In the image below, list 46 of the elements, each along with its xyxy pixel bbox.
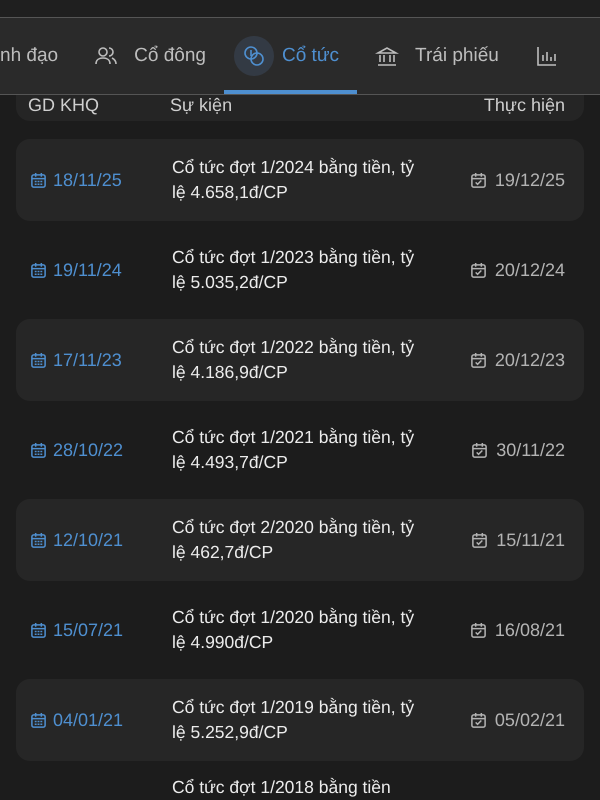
event-text: Cổ tức đợt 1/2018 bằng tiền <box>172 776 392 799</box>
calendar-check-icon <box>471 442 488 458</box>
calendar-check-icon <box>470 172 487 188</box>
calendar-icon <box>30 712 47 728</box>
tab[interactable]: Trái phiếu <box>357 18 517 94</box>
ex-date: 12/10/21 <box>53 530 124 550</box>
calendar-icon <box>30 622 47 638</box>
calendar-check-icon <box>470 352 487 368</box>
event-text: Cổ tức đợt 1/2021 bằng tiền, tỷ lệ 4.493,7đ/CP <box>172 426 416 474</box>
payment-date: 20/12/24 <box>494 260 565 280</box>
chart-icon <box>534 44 559 68</box>
event-text: Cổ tức đợt 1/2023 bằng tiền, tỷ lệ 5.035,2đ/CP <box>172 246 416 294</box>
event-text: Cổ tức đợt 1/2020 bằng tiền, tỷ lệ 4.990đ/CP <box>172 606 416 654</box>
event-text: Cổ tức đợt 1/2024 bằng tiền, tỷ lệ 4.658,1đ/CP <box>172 156 416 204</box>
ex-date: 04/01/21 <box>53 710 124 730</box>
tab[interactable]: Cổ đông <box>76 18 224 94</box>
calendar-check-icon <box>471 532 488 548</box>
ex-date: 17/11/23 <box>53 350 122 370</box>
calendar-icon <box>30 352 47 368</box>
calendar-check-icon <box>470 262 487 278</box>
calendar-check-icon <box>470 622 487 638</box>
payment-date: 15/11/21 <box>496 530 565 550</box>
payment-date: 20/12/23 <box>494 350 565 370</box>
ex-date: 15/07/21 <box>53 620 124 640</box>
column-header: Sự kiện <box>170 95 234 116</box>
tab[interactable]: nh đạo <box>0 18 76 94</box>
event-text: Cổ tức đợt 2/2020 bằng tiền, tỷ lệ 462,7đ/CP <box>172 516 416 564</box>
payment-date: 30/11/22 <box>496 440 565 460</box>
ex-date: 19/11/24 <box>53 260 122 280</box>
tab[interactable]: Cổ tức <box>224 18 358 94</box>
event-text: Cổ tức đợt 1/2022 bằng tiền, tỷ lệ 4.186,9đ/CP <box>172 336 416 384</box>
payment-date: 19/12/25 <box>494 170 565 190</box>
calendar-check-icon <box>470 712 487 728</box>
payment-date: 05/02/21 <box>494 710 565 730</box>
event-text: Cổ tức đợt 1/2019 bằng tiền, tỷ lệ 5.252,9đ/CP <box>172 696 416 744</box>
coins-icon <box>234 36 274 76</box>
calendar-icon <box>30 172 47 188</box>
column-header: Thực hiện <box>484 95 565 116</box>
ex-date: 28/10/22 <box>53 440 124 460</box>
calendar-icon <box>30 262 47 278</box>
calendar-icon <box>30 442 47 458</box>
ex-date: 18/11/25 <box>53 170 122 190</box>
column-header: GD KHQ <box>28 95 100 116</box>
bank-icon <box>375 44 400 68</box>
payment-date: 16/08/21 <box>494 620 565 640</box>
calendar-icon <box>30 532 47 548</box>
